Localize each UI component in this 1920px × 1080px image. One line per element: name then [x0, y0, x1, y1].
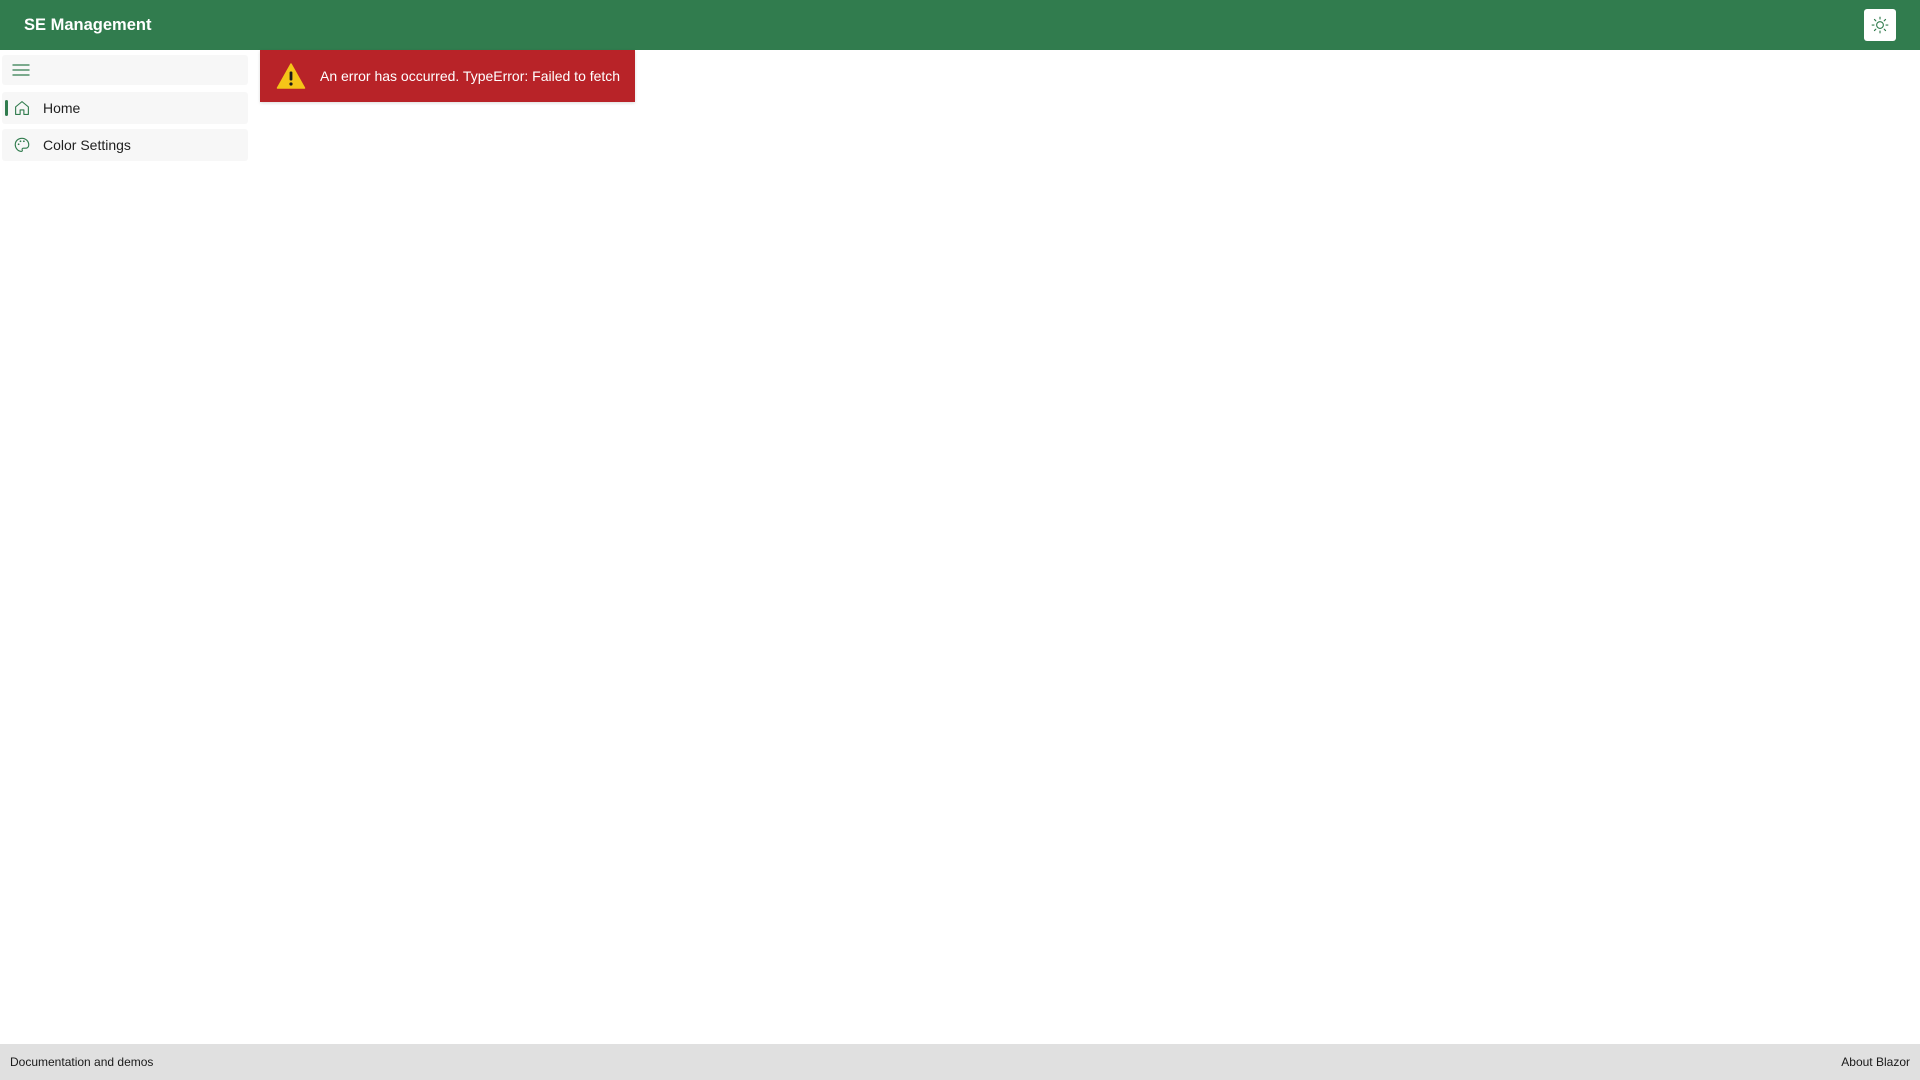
- home-icon: [12, 98, 32, 118]
- nav-menu-toggle[interactable]: [2, 55, 248, 85]
- palette-icon: [12, 135, 32, 155]
- error-banner: An error has occurred. TypeError: Failed…: [260, 50, 635, 102]
- warning-triangle-icon: [276, 62, 306, 90]
- app-title: SE Management: [24, 15, 152, 34]
- sidebar-item-label: Color Settings: [43, 137, 131, 153]
- theme-toggle-button[interactable]: [1864, 9, 1896, 41]
- sidebar-item-label: Home: [43, 100, 81, 116]
- hamburger-menu-icon: [12, 64, 30, 76]
- error-message: An error has occurred. TypeError: Failed…: [320, 68, 621, 84]
- about-blazor-link[interactable]: About Blazor: [1841, 1055, 1910, 1069]
- documentation-link[interactable]: Documentation and demos: [10, 1055, 153, 1069]
- sun-icon: [1871, 16, 1889, 34]
- active-indicator: [5, 100, 8, 116]
- footer: Documentation and demos About Blazor: [0, 1044, 1920, 1080]
- page: SE Management Home Color Settings An err…: [0, 0, 1920, 1080]
- app-header: SE Management: [0, 0, 1920, 50]
- sidebar-item-home[interactable]: Home: [2, 92, 248, 124]
- sidebar-item-color-settings[interactable]: Color Settings: [2, 129, 248, 161]
